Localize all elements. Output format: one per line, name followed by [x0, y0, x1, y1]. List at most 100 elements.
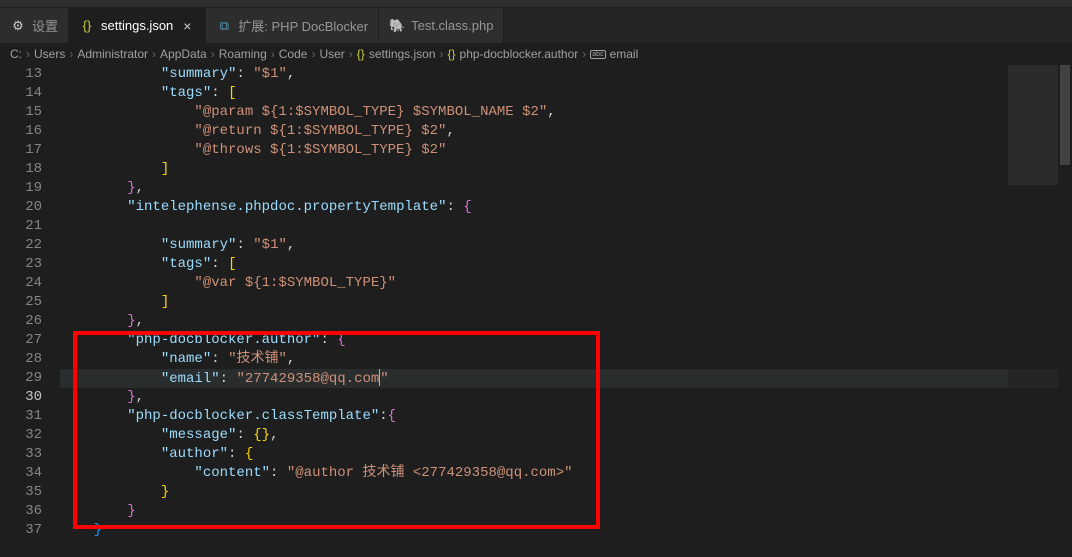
- code-line[interactable]: }: [60, 483, 1072, 502]
- code-line[interactable]: "tags": [: [60, 255, 1072, 274]
- breadcrumb-item[interactable]: {} php-docblocker.author: [448, 47, 579, 61]
- chevron-right-icon: ›: [152, 47, 156, 61]
- line-number: 29: [0, 369, 42, 388]
- code-line[interactable]: }: [60, 502, 1072, 521]
- line-number: 26: [0, 312, 42, 331]
- line-number: 22: [0, 236, 42, 255]
- code-line[interactable]: }: [60, 521, 1072, 540]
- titlebar: [0, 0, 1072, 8]
- code-line[interactable]: },: [60, 179, 1072, 198]
- breadcrumb-item[interactable]: User: [319, 47, 344, 61]
- code-line[interactable]: "php-docblocker.classTemplate":{: [60, 407, 1072, 426]
- chevron-right-icon: ›: [311, 47, 315, 61]
- line-number: 28: [0, 350, 42, 369]
- vertical-scrollbar[interactable]: [1058, 65, 1072, 550]
- code-line[interactable]: "php-docblocker.author": {: [60, 331, 1072, 350]
- breadcrumb-item[interactable]: Administrator: [77, 47, 148, 61]
- breadcrumb-icon: {}: [448, 47, 456, 61]
- tab-0[interactable]: ⚙ 设置: [0, 8, 69, 43]
- breadcrumb-item[interactable]: Roaming: [219, 47, 267, 61]
- code-line[interactable]: "author": {: [60, 445, 1072, 464]
- code-line[interactable]: },: [60, 312, 1072, 331]
- breadcrumb-label: Roaming: [219, 47, 267, 61]
- breadcrumb-item[interactable]: C:: [10, 47, 22, 61]
- code-line[interactable]: "@throws ${1:$SYMBOL_TYPE} $2": [60, 141, 1072, 160]
- line-number: 21: [0, 217, 42, 236]
- line-number: 13: [0, 65, 42, 84]
- minimap-slider[interactable]: [1008, 65, 1058, 185]
- code-line[interactable]: "content": "@author 技术铺 <277429358@qq.co…: [60, 464, 1072, 483]
- code-line[interactable]: "intelephense.phpdoc.propertyTemplate": …: [60, 198, 1072, 217]
- code-line[interactable]: },: [60, 388, 1072, 407]
- close-icon[interactable]: ×: [179, 18, 195, 34]
- line-number: 19: [0, 179, 42, 198]
- line-number: 23: [0, 255, 42, 274]
- chevron-right-icon: ›: [440, 47, 444, 61]
- line-number: 30: [0, 388, 42, 407]
- breadcrumb-label: AppData: [160, 47, 207, 61]
- breadcrumb-item[interactable]: Code: [279, 47, 308, 61]
- chevron-right-icon: ›: [26, 47, 30, 61]
- code-line[interactable]: ]: [60, 160, 1072, 179]
- breadcrumb-item[interactable]: AppData: [160, 47, 207, 61]
- php-icon-icon: 🐘: [389, 18, 405, 34]
- tab-label: settings.json: [101, 18, 173, 33]
- code-line[interactable]: "@param ${1:$SYMBOL_TYPE} $SYMBOL_NAME $…: [60, 103, 1072, 122]
- tab-1[interactable]: {} settings.json ×: [69, 8, 206, 43]
- tab-3[interactable]: 🐘 Test.class.php: [379, 8, 504, 43]
- breadcrumb-icon: {}: [357, 47, 365, 61]
- json-icon-icon: {}: [79, 18, 95, 34]
- line-number: 18: [0, 160, 42, 179]
- code-line[interactable]: [60, 217, 1072, 236]
- tab-label: Test.class.php: [411, 18, 493, 33]
- breadcrumb-item[interactable]: abcemail: [590, 47, 638, 61]
- chevron-right-icon: ›: [271, 47, 275, 61]
- chevron-right-icon: ›: [211, 47, 215, 61]
- line-number: 36: [0, 502, 42, 521]
- line-numbers: 1314151617181920212223242526272829303132…: [0, 65, 60, 557]
- tab-2[interactable]: ⧉ 扩展: PHP DocBlocker: [206, 8, 379, 43]
- line-number: 24: [0, 274, 42, 293]
- line-number: 25: [0, 293, 42, 312]
- code-line[interactable]: "name": "技术铺",: [60, 350, 1072, 369]
- line-number: 27: [0, 331, 42, 350]
- code-line[interactable]: "summary": "$1",: [60, 236, 1072, 255]
- breadcrumb-label: settings.json: [369, 47, 436, 61]
- chevron-right-icon: ›: [69, 47, 73, 61]
- tab-label: 扩展: PHP DocBlocker: [238, 16, 368, 35]
- preview-icon-icon: ⧉: [216, 18, 232, 34]
- chevron-right-icon: ›: [349, 47, 353, 61]
- line-number: 31: [0, 407, 42, 426]
- code-line[interactable]: "tags": [: [60, 84, 1072, 103]
- breadcrumb-label: C:: [10, 47, 22, 61]
- code-line[interactable]: "summary": "$1",: [60, 65, 1072, 84]
- line-number: 17: [0, 141, 42, 160]
- line-number: 33: [0, 445, 42, 464]
- breadcrumb-label: Users: [34, 47, 65, 61]
- breadcrumb-item[interactable]: {} settings.json: [357, 47, 436, 61]
- breadcrumb-label: php-docblocker.author: [460, 47, 579, 61]
- settings-icon-icon: ⚙: [10, 18, 26, 34]
- editor[interactable]: 1314151617181920212223242526272829303132…: [0, 65, 1072, 557]
- breadcrumb-icon: abc: [590, 50, 605, 59]
- scrollbar-thumb[interactable]: [1060, 65, 1070, 165]
- line-number: 34: [0, 464, 42, 483]
- line-number: 14: [0, 84, 42, 103]
- code-line[interactable]: "@return ${1:$SYMBOL_TYPE} $2",: [60, 122, 1072, 141]
- code-line[interactable]: "@var ${1:$SYMBOL_TYPE}": [60, 274, 1072, 293]
- line-number: 37: [0, 521, 42, 540]
- line-number: 15: [0, 103, 42, 122]
- breadcrumb: C:›Users›Administrator›AppData›Roaming›C…: [0, 43, 1072, 65]
- code-line[interactable]: ]: [60, 293, 1072, 312]
- breadcrumb-label: Administrator: [77, 47, 148, 61]
- line-number: 35: [0, 483, 42, 502]
- code-line[interactable]: "message": {},: [60, 426, 1072, 445]
- line-number: 20: [0, 198, 42, 217]
- line-number: 32: [0, 426, 42, 445]
- code-area[interactable]: "summary": "$1", "tags": [ "@param ${1:$…: [60, 65, 1072, 557]
- line-number: 16: [0, 122, 42, 141]
- tab-label: 设置: [32, 16, 58, 35]
- breadcrumb-item[interactable]: Users: [34, 47, 65, 61]
- code-line[interactable]: "email": "277429358@qq.com": [60, 369, 1072, 388]
- chevron-right-icon: ›: [582, 47, 586, 61]
